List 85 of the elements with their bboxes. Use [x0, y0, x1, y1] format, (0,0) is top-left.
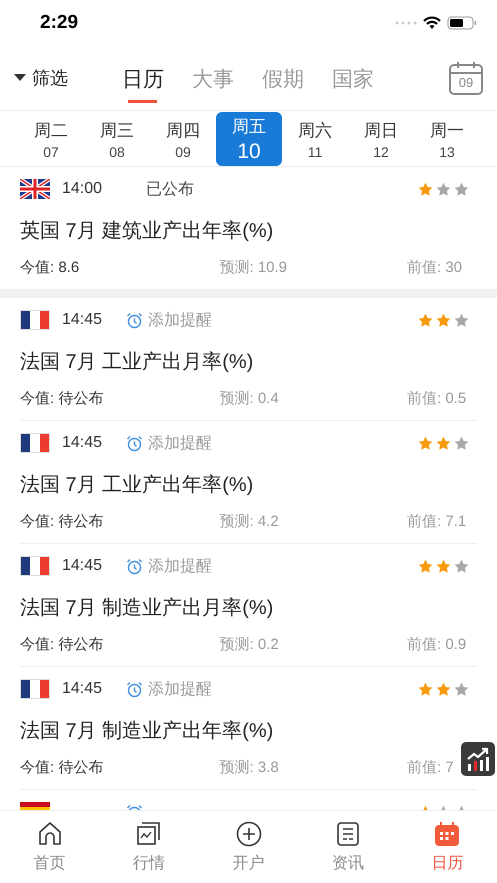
calendar-icon — [434, 820, 460, 846]
day-tab[interactable]: 周三 08 — [84, 112, 150, 166]
event-time: 14:00 — [62, 180, 104, 198]
chart-window-icon — [136, 820, 162, 846]
header-tab[interactable]: 国家 — [332, 53, 374, 103]
forecast-value: 预测: 4.2 — [218, 512, 280, 531]
calendar-day: 09 — [449, 75, 483, 90]
flag-icon — [20, 433, 50, 453]
battery-icon — [447, 16, 477, 30]
nav-tab[interactable]: 行情 — [99, 811, 199, 883]
event-title: 法国 7月 工业产出月率(%) — [20, 350, 254, 375]
previous-value: 前值: 0.5 — [407, 389, 468, 408]
calendar-button[interactable]: 09 — [449, 61, 483, 95]
alarm-clock-icon — [126, 434, 143, 452]
event-time: 14:45 — [62, 311, 104, 329]
forecast-value: 预测: 0.4 — [218, 389, 280, 408]
previous-value: 前值: 0.9 — [407, 635, 468, 654]
add-reminder-button[interactable]: 添加提醒 — [126, 310, 212, 330]
flag-icon — [20, 310, 50, 330]
actual-value: 今值: 待公布 — [20, 389, 104, 408]
header-tab[interactable]: 大事 — [192, 53, 234, 103]
previous-value: 前值: 7 — [407, 758, 455, 777]
signal-dots-icon — [395, 21, 417, 25]
status-label: 已公布 — [145, 180, 194, 200]
nav-tab[interactable]: 首页 — [0, 811, 100, 883]
day-tab[interactable]: 周日 12 — [348, 112, 414, 166]
alarm-clock-icon — [126, 312, 143, 328]
day-tab[interactable]: 周一 13 — [414, 112, 480, 166]
star-icon — [454, 312, 469, 328]
actual-value: 今值: 待公布 — [20, 635, 104, 654]
actual-value: 今值: 待公布 — [20, 512, 104, 531]
day-tab[interactable]: 周五 10 — [216, 112, 282, 166]
day-tab[interactable]: 周四 09 — [150, 112, 216, 166]
day-tab[interactable]: 周二 07 — [18, 112, 84, 166]
star-icon — [454, 682, 469, 696]
plus-circle-icon — [236, 820, 262, 846]
add-reminder-button[interactable]: 添加提醒 — [126, 432, 212, 454]
add-reminder-button[interactable]: 添加提醒 — [126, 678, 212, 700]
document-icon — [336, 820, 360, 846]
star-icon — [418, 436, 433, 450]
star-icon — [418, 312, 433, 328]
home-icon — [36, 820, 63, 846]
nav-tab[interactable]: 日历 — [398, 811, 497, 883]
wifi-icon — [423, 16, 441, 30]
status-time: 2:29 — [40, 12, 80, 34]
filter-dropdown[interactable]: 筛选 — [14, 66, 122, 90]
trend-chart-button[interactable] — [461, 742, 495, 776]
alarm-clock-icon — [126, 680, 143, 698]
event-title: 英国 7月 建筑业产出年率(%) — [20, 219, 274, 244]
star-icon — [454, 436, 469, 450]
event-title: 法国 7月 工业产出年率(%) — [20, 473, 254, 498]
star-icon — [436, 558, 451, 574]
flag-icon — [20, 179, 50, 199]
forecast-value: 预测: 0.2 — [218, 635, 280, 654]
event-time: 14:45 — [62, 680, 104, 698]
caret-icon — [14, 74, 26, 82]
star-icon — [418, 682, 433, 696]
star-icon — [436, 682, 451, 696]
forecast-value: 预测: 3.8 — [218, 758, 280, 777]
actual-value: 今值: 待公布 — [20, 758, 104, 777]
actual-value: 今值: 8.6 — [20, 258, 80, 277]
nav-tab[interactable]: 开户 — [198, 811, 298, 883]
flag-icon — [20, 556, 50, 576]
calendar-icon — [449, 61, 483, 95]
previous-value: 前值: 30 — [407, 258, 464, 277]
event-time: 14:45 — [62, 557, 104, 575]
star-icon — [436, 182, 451, 196]
star-icon — [418, 182, 433, 196]
previous-value: 前值: 7.1 — [407, 512, 468, 531]
event-title: 法国 7月 制造业产出年率(%) — [20, 719, 274, 744]
day-tab[interactable]: 周六 11 — [282, 112, 348, 166]
header-tab[interactable]: 假期 — [262, 53, 304, 103]
add-reminder-button[interactable]: 添加提醒 — [126, 556, 212, 576]
event-time: 14:45 — [62, 434, 104, 452]
forecast-value: 预测: 10.9 — [218, 258, 288, 277]
flag-icon — [20, 679, 50, 699]
star-icon — [454, 558, 469, 574]
nav-tab[interactable]: 资讯 — [298, 811, 398, 883]
event-title: 法国 7月 制造业产出月率(%) — [20, 596, 274, 621]
star-icon — [436, 312, 451, 328]
star-icon — [454, 182, 469, 196]
star-icon — [436, 436, 451, 450]
alarm-clock-icon — [126, 558, 143, 574]
trend-chart-icon — [465, 746, 491, 772]
star-icon — [418, 558, 433, 574]
